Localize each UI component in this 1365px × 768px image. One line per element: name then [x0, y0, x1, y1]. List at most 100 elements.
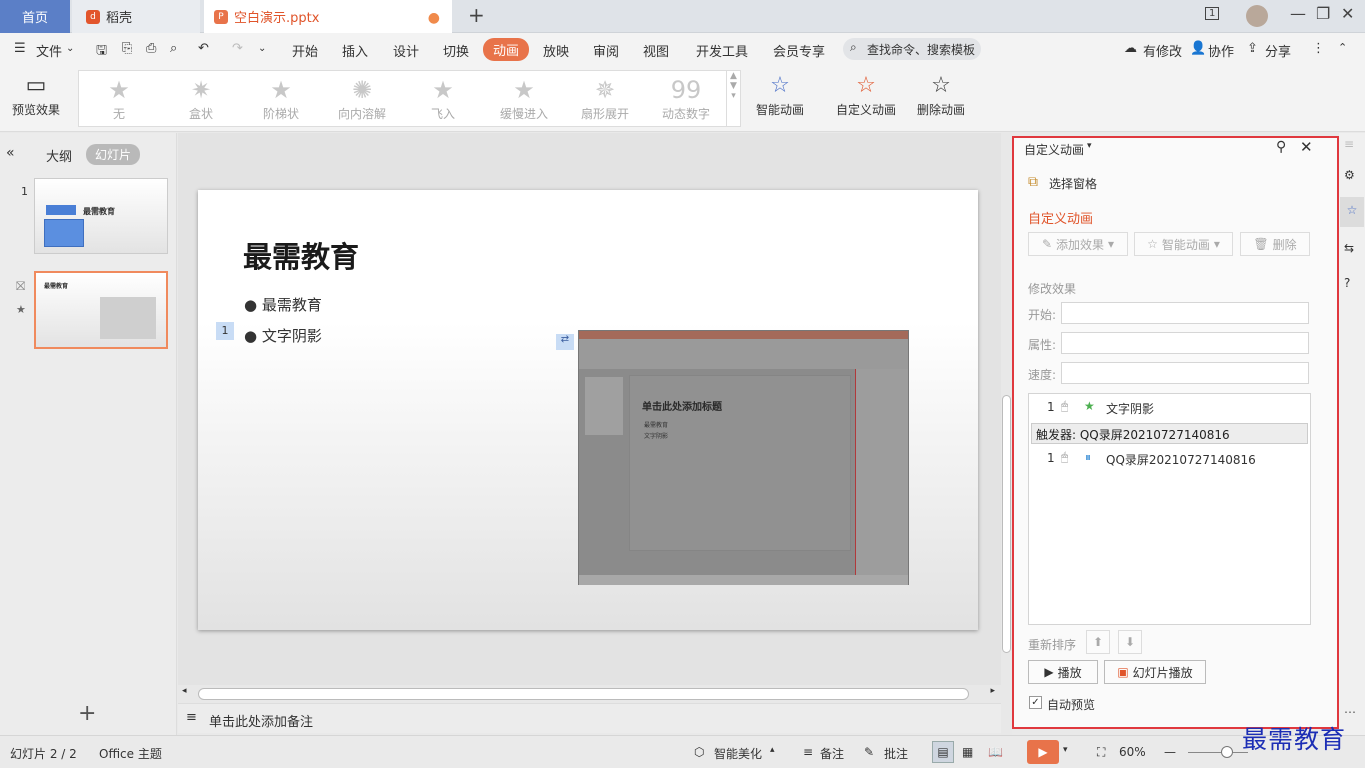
gallery-item-box[interactable]: ✷ 盒状: [161, 73, 241, 122]
avatar[interactable]: [1246, 5, 1268, 27]
beautify-icon[interactable]: ⬡: [694, 745, 704, 759]
redo-icon[interactable]: ↷: [232, 41, 243, 56]
fit-window-icon[interactable]: ⛶: [1097, 745, 1105, 760]
menu-animation[interactable]: 动画: [483, 38, 530, 61]
slide-thumbnail-1[interactable]: 最需教育: [34, 178, 168, 254]
page-badge[interactable]: 1: [1205, 7, 1220, 20]
hamburger-icon[interactable]: ☰: [14, 41, 26, 56]
menu-view[interactable]: 视图: [643, 41, 669, 60]
menu-developer[interactable]: 开发工具: [696, 41, 748, 60]
list-item[interactable]: 1 🖱 ⏸ QQ录屏20210727140816: [1029, 448, 1310, 470]
smart-anim-button[interactable]: ☆ 智能动画 ▾: [1134, 232, 1233, 256]
bullet-item[interactable]: ● 文字阴影: [244, 325, 322, 346]
format-painter-icon[interactable]: ⎘: [122, 41, 132, 56]
more-quick-icon[interactable]: ⌄: [258, 43, 266, 54]
notes-button[interactable]: 备注: [820, 745, 844, 762]
gallery-item-fan[interactable]: ✵ 扇形展开: [565, 73, 645, 122]
collab-icon[interactable]: 👤: [1190, 41, 1206, 56]
minimize-icon[interactable]: —: [1290, 4, 1306, 23]
preview-effect-button[interactable]: ▭ 预览效果: [12, 71, 60, 118]
scroll-right-icon[interactable]: ▸: [990, 686, 995, 696]
comments-button[interactable]: 批注: [884, 745, 908, 762]
tab-home[interactable]: 首页: [0, 0, 70, 33]
chevron-down-icon[interactable]: ⌄: [66, 43, 74, 54]
scroll-left-icon[interactable]: ◂: [182, 686, 187, 696]
trigger-row[interactable]: 触发器: QQ录屏20210727140816: [1031, 423, 1308, 444]
share-icon[interactable]: ⇪: [1247, 41, 1258, 56]
slide[interactable]: 最需教育 ● 最需教育 1 ● 文字阴影 ⇄ 单击此处添加标题 最需教育 文字阴…: [198, 190, 978, 630]
delete-animation-button[interactable]: ☆ 删除动画: [917, 71, 965, 118]
list-item[interactable]: 1 🖱 ★ 文字阴影: [1029, 397, 1310, 419]
notes-toggle-icon[interactable]: ≡: [803, 745, 813, 759]
comment-icon[interactable]: ✎: [864, 745, 874, 759]
vertical-scrollbar[interactable]: [1001, 133, 1012, 735]
gallery-item-stairs[interactable]: ★ 阶梯状: [241, 73, 321, 122]
close-panel-icon[interactable]: ✕: [1300, 138, 1313, 156]
undo-icon[interactable]: ↶: [198, 41, 209, 56]
gallery-item-slow[interactable]: ★ 缓慢进入: [484, 73, 564, 122]
close-window-icon[interactable]: ✕: [1341, 4, 1354, 23]
print-preview-icon[interactable]: ⌕: [170, 41, 177, 56]
play-slideshow-button[interactable]: ▶: [1027, 740, 1059, 764]
animation-order-tag[interactable]: 1: [216, 322, 234, 340]
search-input[interactable]: ⌕ 查找命令、搜索模板: [843, 38, 981, 60]
zoom-slider-thumb[interactable]: [1221, 746, 1233, 758]
custom-animation-icon[interactable]: ☆: [1340, 197, 1364, 227]
smart-animation-button[interactable]: ☆ 智能动画: [756, 71, 804, 118]
horizontal-scrollbar[interactable]: ◂ ▸: [178, 685, 1001, 703]
more-options-icon[interactable]: ⋯: [1344, 705, 1356, 719]
play-button[interactable]: ▶ 播放: [1028, 660, 1098, 684]
delete-button[interactable]: 🗑 删除: [1240, 232, 1310, 256]
menu-insert[interactable]: 插入: [342, 41, 368, 60]
tab-slides[interactable]: 幻灯片: [86, 144, 141, 165]
zoom-level[interactable]: 60%: [1119, 745, 1146, 759]
selection-pane-link[interactable]: 选择窗格: [1049, 175, 1097, 192]
grid-view-icon[interactable]: ▦: [962, 745, 973, 759]
gallery-item-flyin[interactable]: ★ 飞入: [403, 73, 483, 122]
move-down-icon[interactable]: ⬇: [1118, 630, 1142, 654]
slide-thumbnail-2[interactable]: 最需教育: [34, 271, 168, 349]
menu-transition[interactable]: 切换: [443, 41, 469, 60]
gallery-item-none[interactable]: ★ 无: [79, 73, 159, 122]
properties-icon[interactable]: ⚙: [1344, 168, 1355, 182]
embedded-video[interactable]: 单击此处添加标题 最需教育 文字阴影: [578, 330, 909, 585]
tab-daoke[interactable]: d 稻壳: [72, 0, 200, 33]
custom-animation-button[interactable]: ☆ 自定义动画: [836, 71, 896, 118]
smart-beautify-button[interactable]: 智能美化: [714, 745, 762, 762]
print-icon[interactable]: ⎙: [146, 41, 156, 56]
menu-design[interactable]: 设计: [393, 41, 419, 60]
gallery-scroll[interactable]: ▲ ▼ ▾: [726, 71, 740, 126]
scroll-thumb[interactable]: [198, 688, 969, 700]
tab-outline[interactable]: 大纲: [46, 146, 72, 165]
menu-slideshow[interactable]: 放映: [543, 41, 569, 60]
collapse-icon[interactable]: ≡: [1344, 137, 1354, 151]
zoom-out-icon[interactable]: —: [1164, 745, 1176, 759]
save-icon[interactable]: 🖫: [96, 41, 107, 63]
normal-view-icon[interactable]: ▤: [932, 741, 954, 763]
reading-view-icon[interactable]: 📖: [988, 745, 1003, 759]
auto-preview-checkbox[interactable]: ✓: [1029, 696, 1042, 709]
collapse-ribbon-icon[interactable]: ⌃: [1338, 41, 1347, 54]
transition-icon[interactable]: ⇆: [1344, 241, 1354, 255]
collapse-panel-icon[interactable]: «: [6, 145, 15, 161]
move-up-icon[interactable]: ⬆: [1086, 630, 1110, 654]
trigger-tag-icon[interactable]: ⇄: [556, 334, 574, 350]
start-select[interactable]: [1061, 302, 1309, 324]
help-icon[interactable]: ?: [1344, 276, 1350, 290]
vscroll-thumb[interactable]: [1002, 395, 1011, 653]
modified-status[interactable]: 有修改: [1143, 41, 1182, 60]
slide-title[interactable]: 最需教育: [243, 234, 359, 276]
tab-file[interactable]: P 空白演示.pptx ●: [204, 0, 452, 33]
cloud-icon[interactable]: ☁: [1124, 41, 1137, 56]
menu-member[interactable]: 会员专享: [773, 41, 825, 60]
selection-pane-icon[interactable]: ⧉: [1028, 174, 1038, 190]
gallery-item-dissolve[interactable]: ✺ 向内溶解: [322, 73, 402, 122]
notes-area[interactable]: ≡ 单击此处添加备注: [178, 703, 1001, 733]
add-effect-button[interactable]: ✎ 添加效果 ▾: [1028, 232, 1128, 256]
panel-header[interactable]: 自定义动画: [1024, 141, 1084, 158]
bullet-item[interactable]: ● 最需教育: [244, 294, 322, 315]
restore-icon[interactable]: ❐: [1316, 4, 1330, 23]
more-icon[interactable]: ⋮: [1312, 41, 1325, 56]
zoom-slider[interactable]: [1188, 752, 1248, 753]
slideshow-button[interactable]: ▣ 幻灯片播放: [1104, 660, 1206, 684]
